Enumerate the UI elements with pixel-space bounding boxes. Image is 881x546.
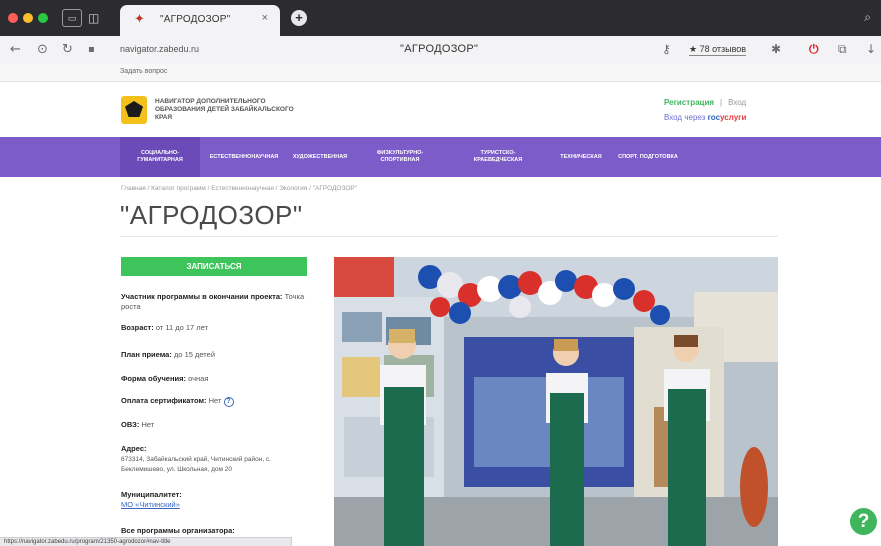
nav-item-social[interactable]: Социально-гуманитарная bbox=[120, 137, 200, 177]
bookmark-icon[interactable]: ✱ bbox=[771, 42, 781, 56]
maximize-window-button[interactable] bbox=[38, 13, 48, 23]
info-age: Возраст: от 11 до 17 лет bbox=[121, 323, 311, 333]
help-icon[interactable]: ? bbox=[223, 397, 234, 407]
form-value: очная bbox=[188, 374, 209, 383]
program-photo bbox=[334, 257, 778, 546]
active-tab[interactable]: ✦ "АГРОДОЗОР" × bbox=[120, 5, 280, 36]
new-tab-button[interactable]: + bbox=[291, 10, 307, 26]
nav-item-technical[interactable]: Техническая bbox=[555, 137, 607, 177]
login-link[interactable]: Вход bbox=[728, 98, 746, 107]
nav-item-art[interactable]: Художественная bbox=[287, 137, 353, 177]
browser-tab-bar: ▭ ◫ ✦ "АГРОДОЗОР" × + ⌕ bbox=[0, 0, 881, 36]
municipality-label: Муниципалитет: bbox=[121, 490, 182, 499]
reload-icon[interactable]: ↻ bbox=[62, 42, 73, 57]
close-window-button[interactable] bbox=[8, 13, 18, 23]
plan-label: План приема: bbox=[121, 350, 172, 359]
info-participant: Участник программы в окончании проекта: … bbox=[121, 292, 311, 312]
sidebar-icon[interactable]: ◫ bbox=[88, 9, 99, 27]
tab-overview-icon[interactable]: ▭ bbox=[62, 9, 82, 27]
age-label: Возраст: bbox=[121, 323, 154, 332]
forward-icon[interactable]: ⊙ bbox=[37, 42, 48, 57]
payment-label: Оплата сертификатом: bbox=[121, 396, 207, 405]
ovz-label: ОВЗ: bbox=[121, 420, 140, 429]
minimize-window-button[interactable] bbox=[23, 13, 33, 23]
status-bar-url: https://navigator.zabedu.ru/program/2135… bbox=[0, 537, 292, 546]
plan-value: до 15 детей bbox=[173, 350, 216, 359]
all-programs-label[interactable]: Все программы организатора: bbox=[121, 526, 235, 535]
help-button[interactable]: ? bbox=[850, 508, 877, 535]
close-tab-icon[interactable]: × bbox=[262, 12, 268, 24]
divider: | bbox=[720, 98, 723, 107]
participant-label: Участник программы в окончании проекта: bbox=[121, 292, 283, 301]
info-ovz: ОВЗ: Нет bbox=[121, 420, 311, 430]
age-value: от 11 до 17 лет bbox=[155, 323, 209, 332]
bookmarks-bar: Задать вопрос bbox=[0, 64, 881, 82]
coat-of-arms-icon bbox=[125, 101, 143, 117]
info-all-programs: Все программы организатора: bbox=[121, 526, 311, 536]
org-name: Навигатор дополнительного образования де… bbox=[155, 98, 294, 121]
info-form: Форма обучения: очная bbox=[121, 374, 311, 384]
enroll-button[interactable]: Записаться bbox=[121, 257, 307, 276]
extensions-icon[interactable]: ⧉ bbox=[838, 42, 847, 57]
lock-icon: ▪ bbox=[88, 44, 95, 55]
breadcrumb[interactable]: Главная / Каталог программ / Естественно… bbox=[121, 185, 357, 192]
url-field[interactable]: navigator.zabedu.ru bbox=[120, 44, 199, 54]
nav-item-sport[interactable]: Физкультурно-спортивная bbox=[357, 137, 443, 177]
bookmark-item[interactable]: Задать вопрос bbox=[120, 68, 167, 75]
search-icon[interactable] bbox=[791, 285, 805, 299]
form-label: Форма обучения: bbox=[121, 374, 186, 383]
tab-title: "АГРОДОЗОР" bbox=[160, 14, 231, 25]
info-municipality: Муниципалитет: МО «Читинский» bbox=[121, 490, 311, 510]
payment-value: Нет bbox=[208, 396, 222, 405]
back-icon[interactable]: ← bbox=[10, 42, 21, 57]
address-page-title: "АГРОДОЗОР" bbox=[400, 43, 479, 55]
info-payment: Оплата сертификатом: Нет ? bbox=[121, 396, 311, 407]
municipality-link[interactable]: МО «Читинский» bbox=[121, 500, 180, 509]
download-icon[interactable]: ↓ bbox=[866, 42, 876, 56]
reviews-badge[interactable]: ★ 78 отзывов bbox=[689, 44, 747, 56]
browser-menu-icon[interactable]: ⌕ bbox=[864, 10, 871, 25]
gosuslugi-prefix: Вход через bbox=[664, 113, 706, 122]
site-logo[interactable] bbox=[121, 96, 147, 124]
adblock-icon[interactable]: ⏻ bbox=[809, 42, 819, 57]
nav-item-tourism[interactable]: Туристско-краеведческая bbox=[448, 137, 548, 177]
info-plan: План приема: до 15 детей bbox=[121, 350, 311, 360]
info-address: Адрес: 673314, Забайкальский край, Читин… bbox=[121, 444, 311, 474]
address-value: 673314, Забайкальский край, Читинский ра… bbox=[121, 456, 271, 473]
register-link[interactable]: Регистрация bbox=[664, 98, 714, 107]
gosuslugi-logo: госуслуги bbox=[707, 113, 747, 122]
favicon-icon: ✦ bbox=[134, 11, 145, 26]
nav-item-science[interactable]: Естественнонаучная bbox=[204, 137, 284, 177]
key-icon[interactable]: ⚷ bbox=[662, 42, 671, 56]
address-label: Адрес: bbox=[121, 444, 147, 453]
ovz-value: Нет bbox=[141, 420, 155, 429]
title-divider bbox=[120, 236, 778, 237]
nav-item-sport-training[interactable]: Спорт. подготовка bbox=[610, 137, 686, 177]
gosuslugi-login-link[interactable]: Вход через госуслуги bbox=[664, 113, 746, 122]
main-nav: Социально-гуманитарная Естественнонаучна… bbox=[0, 137, 881, 299]
address-bar: ← ⊙ ↻ ▪ navigator.zabedu.ru "АГРОДОЗОР" … bbox=[0, 36, 881, 64]
page-title: "АГРОДОЗОР" bbox=[120, 200, 303, 230]
header-auth-links: Регистрация | Вход bbox=[664, 98, 746, 107]
